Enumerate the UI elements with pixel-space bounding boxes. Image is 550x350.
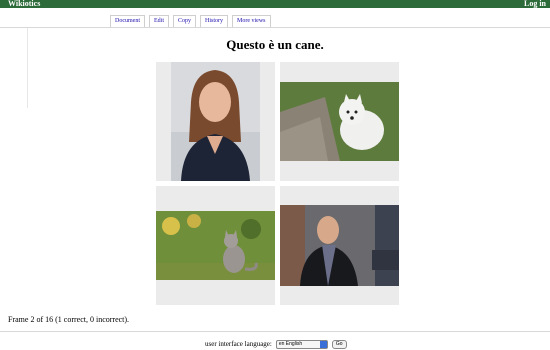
tab-edit[interactable]: Edit <box>149 15 169 27</box>
login-link[interactable]: Log in <box>524 0 546 9</box>
question-title: Questo è un cane. <box>226 37 324 52</box>
tab-copy[interactable]: Copy <box>173 15 197 27</box>
photo-woman <box>171 62 260 181</box>
language-select[interactable]: en English <box>275 339 328 349</box>
choice-image-4[interactable] <box>280 186 399 305</box>
document-tabs: Document Edit Copy History More views <box>110 15 271 27</box>
language-selected-value: en English <box>278 340 303 347</box>
photo-dog <box>280 82 399 161</box>
top-bar: Wikiotics Log in <box>0 0 550 8</box>
chevron-down-icon <box>319 340 327 348</box>
frame-status: Frame 2 of 16 (1 correct, 0 incorrect). <box>8 315 130 324</box>
language-label: user interface language: <box>205 340 272 348</box>
photo-cat <box>156 211 275 280</box>
tab-history[interactable]: History <box>200 15 229 27</box>
tab-document[interactable]: Document <box>110 15 145 27</box>
language-selector: user interface language: en English Go <box>205 339 347 349</box>
tab-more-views[interactable]: More views <box>232 15 271 27</box>
tab-divider <box>0 27 550 28</box>
go-button[interactable]: Go <box>331 339 347 349</box>
brand-link[interactable]: Wikiotics <box>8 0 40 9</box>
photo-man <box>280 205 399 286</box>
choice-image-3[interactable] <box>156 186 275 305</box>
footer-divider <box>0 331 550 332</box>
choice-image-2[interactable] <box>280 62 399 181</box>
choice-image-1[interactable] <box>156 62 275 181</box>
